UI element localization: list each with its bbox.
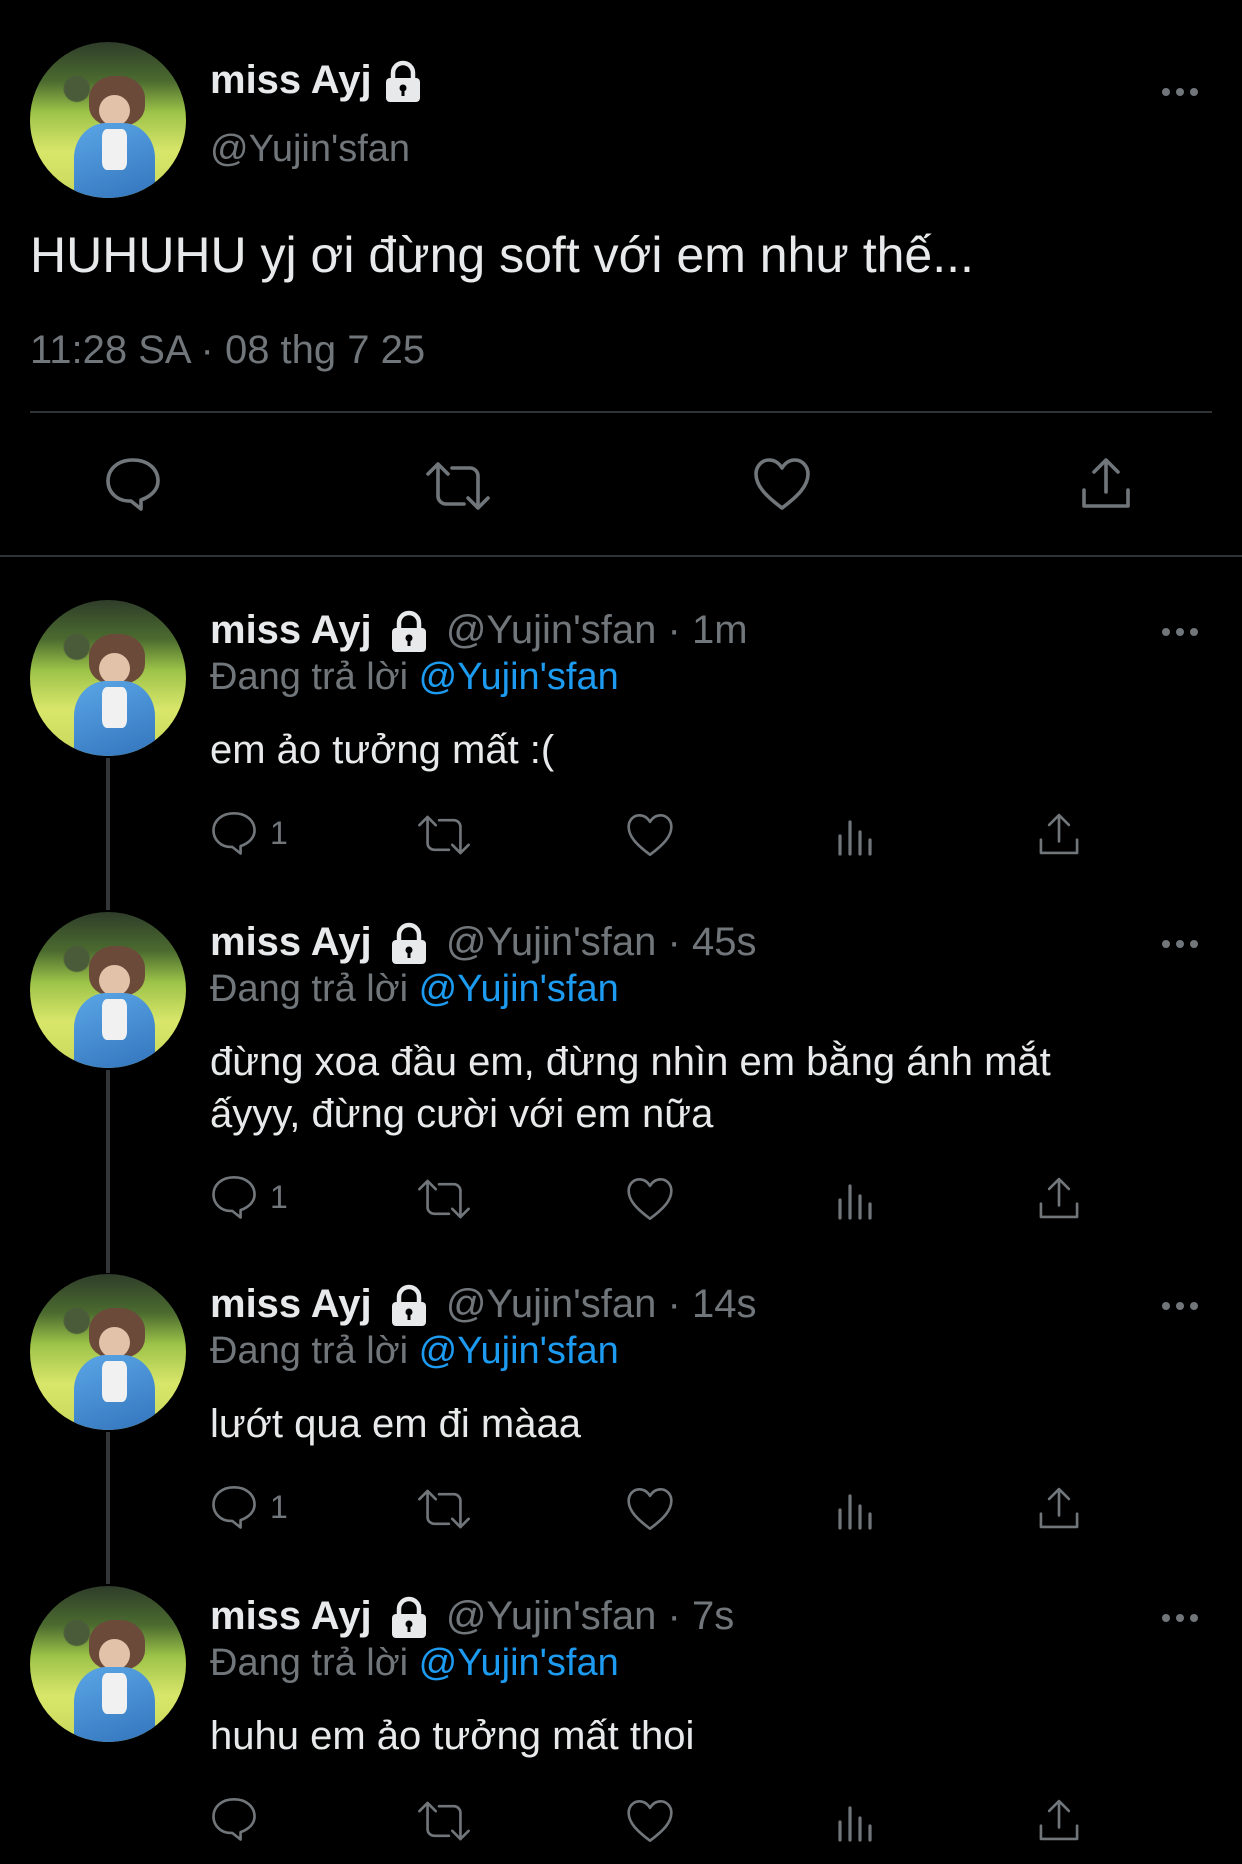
share-icon[interactable]	[1036, 810, 1082, 858]
relative-time[interactable]: · 14s	[668, 1282, 757, 1326]
reply-icon	[212, 811, 256, 855]
relative-time[interactable]: · 7s	[668, 1594, 735, 1638]
retweet-button[interactable]	[424, 458, 492, 519]
section-divider	[0, 555, 1242, 557]
retweet-icon[interactable]	[416, 1798, 472, 1844]
reply-tweet[interactable]: miss Ayj @Yujin'sfan · 14s Đang trả lời …	[0, 1274, 1242, 1544]
share-icon[interactable]	[1036, 1174, 1082, 1222]
share-icon[interactable]	[1036, 1484, 1082, 1532]
more-options-icon[interactable]	[1160, 936, 1200, 952]
display-name[interactable]: miss Ayj	[210, 608, 372, 652]
more-options-icon[interactable]	[1160, 1298, 1200, 1314]
avatar[interactable]	[30, 600, 186, 756]
tweet-text: HUHUHU yj ơi đừng soft với em như thế...	[30, 227, 974, 283]
tweet-text: em ảo tưởng mất :(	[210, 728, 555, 772]
reply-count: 1	[270, 1488, 288, 1525]
analytics-icon[interactable]	[834, 814, 878, 858]
reply-tweet[interactable]: miss Ayj @Yujin'sfan · 1m Đang trả lời @…	[0, 600, 1242, 870]
retweet-icon[interactable]	[416, 812, 472, 858]
mention-link[interactable]: @Yujin'sfan	[419, 656, 619, 698]
avatar[interactable]	[30, 912, 186, 1068]
display-name[interactable]: miss Ayj	[210, 58, 423, 104]
reply-button[interactable]: 1	[210, 810, 288, 856]
reply-button[interactable]: 1	[210, 1174, 288, 1220]
lock-icon	[391, 611, 426, 653]
reply-count: 1	[270, 814, 288, 851]
like-button[interactable]	[752, 456, 812, 517]
share-button[interactable]	[1078, 454, 1134, 517]
handle[interactable]: @Yujin'sfan	[210, 128, 410, 171]
reply-button[interactable]: 1	[210, 1484, 288, 1530]
tweet-text: huhu em ảo tưởng mất thoi	[210, 1714, 695, 1758]
retweet-icon[interactable]	[416, 1176, 472, 1222]
lock-icon	[391, 1285, 426, 1327]
analytics-icon[interactable]	[834, 1488, 878, 1532]
reply-icon	[212, 1797, 256, 1841]
reply-icon	[212, 1175, 256, 1219]
replying-to: Đang trả lời @Yujin'sfan	[210, 1330, 619, 1372]
tweet-header: miss Ayj @Yujin'sfan · 45s	[210, 920, 756, 966]
lock-icon	[391, 923, 426, 965]
analytics-icon[interactable]	[834, 1178, 878, 1222]
replying-to: Đang trả lời @Yujin'sfan	[210, 968, 619, 1010]
display-name[interactable]: miss Ayj	[210, 1282, 372, 1326]
reply-button[interactable]	[210, 1796, 270, 1842]
replying-to: Đang trả lời @Yujin'sfan	[210, 656, 619, 698]
avatar[interactable]	[30, 42, 186, 198]
reply-icon	[212, 1485, 256, 1529]
retweet-icon[interactable]	[416, 1486, 472, 1532]
more-options-icon[interactable]	[1160, 1610, 1200, 1626]
tweet-header: miss Ayj @Yujin'sfan · 1m	[210, 608, 748, 654]
mention-link[interactable]: @Yujin'sfan	[419, 1330, 619, 1372]
display-name[interactable]: miss Ayj	[210, 920, 372, 964]
handle[interactable]: @Yujin'sfan	[446, 920, 657, 964]
avatar[interactable]	[30, 1586, 186, 1742]
tweet-text: đừng xoa đầu em, đừng nhìn em bằng ánh m…	[210, 1040, 1051, 1136]
timestamp[interactable]: 11:28 SA · 08 thg 7 25	[30, 328, 425, 373]
heart-icon[interactable]	[625, 1176, 675, 1222]
handle[interactable]: @Yujin'sfan	[446, 608, 657, 652]
retweet-icon	[426, 462, 490, 510]
display-name[interactable]: miss Ayj	[210, 1594, 372, 1638]
reply-button[interactable]	[104, 456, 162, 517]
heart-icon	[754, 458, 810, 510]
relative-time[interactable]: · 1m	[668, 608, 748, 652]
replying-to: Đang trả lời @Yujin'sfan	[210, 1642, 619, 1684]
handle[interactable]: @Yujin'sfan	[446, 1282, 657, 1326]
more-options-icon[interactable]	[1160, 84, 1200, 100]
heart-icon[interactable]	[625, 1486, 675, 1532]
tweet-header: miss Ayj @Yujin'sfan · 14s	[210, 1282, 756, 1328]
handle[interactable]: @Yujin'sfan	[446, 1594, 657, 1638]
heart-icon[interactable]	[625, 1798, 675, 1844]
mention-link[interactable]: @Yujin'sfan	[419, 1642, 619, 1684]
reply-icon	[106, 458, 160, 511]
lock-icon	[385, 61, 420, 103]
lock-icon	[391, 1597, 426, 1639]
analytics-icon[interactable]	[834, 1800, 878, 1844]
heart-icon[interactable]	[625, 812, 675, 858]
more-options-icon[interactable]	[1160, 624, 1200, 640]
mention-link[interactable]: @Yujin'sfan	[419, 968, 619, 1010]
tweet-text: lướt qua em đi màaa	[210, 1402, 581, 1446]
relative-time[interactable]: · 45s	[668, 920, 757, 964]
share-icon	[1082, 458, 1130, 508]
tweet-header: miss Ayj @Yujin'sfan · 7s	[210, 1594, 734, 1640]
avatar[interactable]	[30, 1274, 186, 1430]
reply-tweet[interactable]: miss Ayj @Yujin'sfan · 45s Đang trả lời …	[0, 912, 1242, 1232]
divider	[30, 411, 1212, 413]
share-icon[interactable]	[1036, 1796, 1082, 1844]
reply-tweet[interactable]: miss Ayj @Yujin'sfan · 7s Đang trả lời @…	[0, 1586, 1242, 1864]
reply-count: 1	[270, 1178, 288, 1215]
